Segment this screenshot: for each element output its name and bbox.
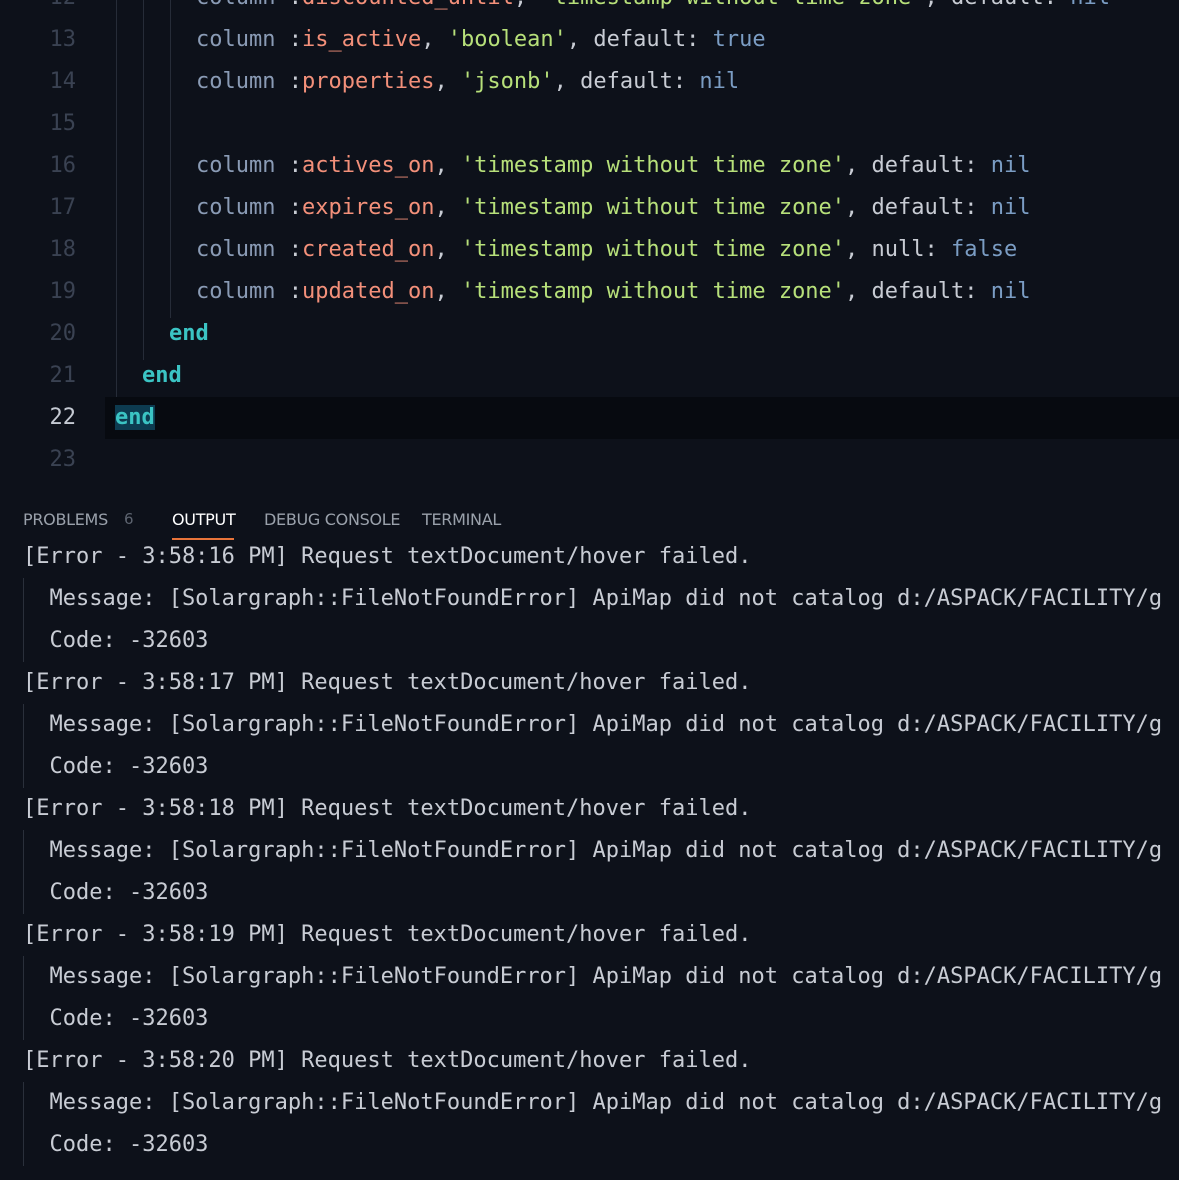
line-number: 12 — [0, 0, 77, 19]
code-line[interactable]: 17 column :expires_on, 'timestamp without… — [0, 187, 1179, 229]
output-log-line: [Error - 3:58:17 PM] Request textDocumen… — [23, 670, 752, 695]
tab-problems[interactable]: PROBLEMS — [23, 510, 108, 529]
code-text: column :created_on, 'timestamp without t… — [196, 237, 1018, 262]
line-number: 14 — [49, 69, 77, 94]
line-number: 23 — [49, 447, 77, 472]
output-log-line: Message: [Solargraph::FileNotFoundError]… — [23, 586, 1163, 611]
output-log-line: [Error - 3:58:16 PM] Request textDocumen… — [23, 544, 752, 569]
code-text: column :is_active, 'boolean', default: t… — [196, 27, 766, 52]
code-text: column :expires_on, 'timestamp without t… — [196, 195, 1031, 220]
line-number: 20 — [49, 321, 77, 346]
code-line[interactable]: 20 end — [0, 313, 1179, 355]
line-number: 13 — [49, 27, 77, 52]
line-number: 22 — [49, 405, 77, 430]
output-log-line: [Error - 3:58:20 PM] Request textDocumen… — [23, 1048, 752, 1073]
code-text: column :actives_on, 'timestamp without t… — [196, 153, 1031, 178]
output-log-line: Code: -32603 — [23, 1132, 209, 1157]
code-line[interactable]: 19 column :updated_on, 'timestamp without… — [0, 271, 1179, 313]
line-number: 19 — [49, 279, 77, 304]
output-log-line: Message: [Solargraph::FileNotFoundError]… — [23, 712, 1163, 737]
tab-debug-console[interactable]: DEBUG CONSOLE — [264, 510, 401, 529]
code-line[interactable]: 13 column :is_active, 'boolean', default:… — [0, 19, 1179, 61]
output-log-line: Message: [Solargraph::FileNotFoundError]… — [23, 838, 1163, 863]
code-text: end — [115, 405, 155, 430]
code-line[interactable]: 18 column :created_on, 'timestamp without… — [0, 229, 1179, 271]
tab-terminal[interactable]: TERMINAL — [422, 510, 501, 529]
code-line[interactable]: 16 column :actives_on, 'timestamp without… — [0, 145, 1179, 187]
line-number: 21 — [49, 363, 77, 388]
code-text: column :discounted_until, 'timestamp wit… — [196, 0, 1110, 19]
bottom-panel: PROBLEMS 6 OUTPUT DEBUG CONSOLE TERMINAL… — [0, 486, 1179, 1180]
code-text: end — [169, 321, 209, 346]
code-editor[interactable]: 12 column :discounted_until, 'timestamp w… — [0, 0, 1179, 486]
output-log-line: Message: [Solargraph::FileNotFoundError]… — [23, 964, 1163, 989]
current-line-highlight — [105, 397, 1179, 439]
code-line[interactable]: 22 end — [0, 397, 1179, 439]
code-line[interactable]: 15 — [0, 103, 1179, 145]
line-number: 17 — [49, 195, 77, 220]
vscode-window: 12 column :discounted_until, 'timestamp w… — [0, 0, 1179, 1180]
output-log-line: Message: [Solargraph::FileNotFoundError]… — [23, 1090, 1163, 1115]
line-number: 16 — [49, 153, 77, 178]
output-log-line: Code: -32603 — [23, 880, 209, 905]
output-log-line: [Error - 3:58:19 PM] Request textDocumen… — [23, 922, 752, 947]
code-text: column :properties, 'jsonb', default: ni… — [196, 69, 740, 94]
tab-output[interactable]: OUTPUT — [172, 510, 236, 529]
code-text: column :updated_on, 'timestamp without t… — [196, 279, 1031, 304]
problems-count-badge: 6 — [124, 510, 134, 528]
output-log-line: [Error - 3:58:18 PM] Request textDocumen… — [23, 796, 752, 821]
output-log-line: Code: -32603 — [23, 1006, 209, 1031]
line-number: 15 — [49, 111, 77, 136]
code-line[interactable]: 21 end — [0, 355, 1179, 397]
line-number: 18 — [49, 237, 77, 262]
output-log-line: Code: -32603 — [23, 754, 209, 779]
code-line[interactable]: 12 column :discounted_until, 'timestamp w… — [0, 0, 1179, 19]
code-text: end — [142, 363, 182, 388]
code-line[interactable]: 14 column :properties, 'jsonb', default: … — [0, 61, 1179, 103]
output-log-line: Code: -32603 — [23, 628, 209, 653]
code-line[interactable]: 23 — [0, 439, 1179, 481]
